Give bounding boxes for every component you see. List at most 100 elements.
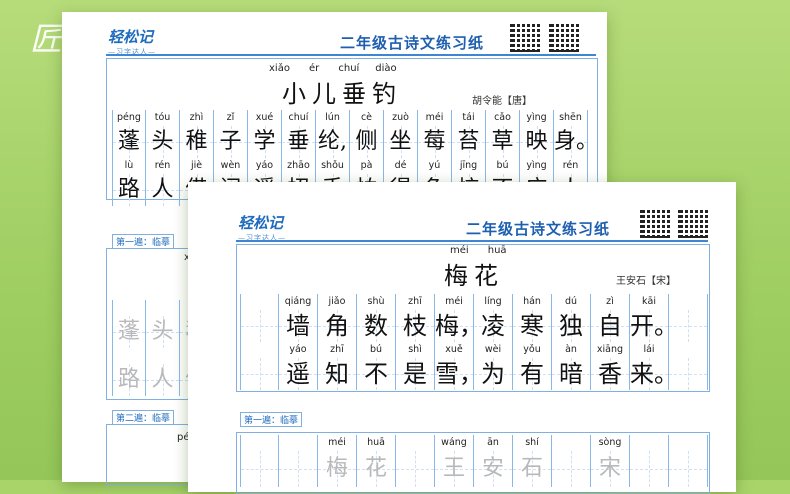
poem-author: 胡令能【唐】 [472, 96, 532, 107]
cell-pinyin: yìng [526, 160, 547, 171]
character-text: 蓬 [117, 129, 140, 154]
character-cell: kāi 开。 [630, 294, 678, 342]
character-text: 为 [481, 360, 505, 388]
cell-character: 梅 [318, 451, 356, 487]
character-text: 安 [481, 456, 504, 481]
qr-code-icon [640, 208, 670, 238]
cell-character: 纶, [316, 126, 349, 158]
character-text: 知 [325, 360, 349, 388]
cell-pinyin [552, 435, 590, 451]
cell-pinyin: chuí [288, 112, 309, 123]
character-cell: zhī 知 [318, 342, 357, 390]
pinyin: chuí [338, 63, 360, 74]
cell-character: 花 [357, 451, 395, 487]
cell-pinyin: lún [325, 112, 340, 123]
cell-character: 垂 [282, 126, 315, 158]
cell-pinyin: shǒu [321, 160, 344, 171]
practice-label-1: 第一遍：临摹 [112, 234, 175, 249]
character-cell: chuí 垂 [282, 110, 316, 158]
character-text: 路 [117, 367, 140, 392]
character-cell: shù 数 [357, 294, 396, 342]
cell-pinyin: cǎo [494, 112, 511, 123]
cell-character [552, 451, 590, 487]
cell-pinyin: bú [369, 344, 383, 355]
cell-pinyin: tái [462, 112, 475, 123]
cell-pinyin: dé [394, 160, 407, 171]
character-cell [240, 294, 279, 342]
cell-pinyin: zì [606, 296, 614, 307]
cell-character: 石 [513, 451, 551, 487]
header-divider [106, 54, 596, 56]
character-cell: lù 路 [112, 158, 146, 206]
cell-character: 身。 [554, 126, 598, 158]
character-text: 角 [325, 312, 349, 340]
cell-pinyin: qiáng [284, 296, 312, 307]
character-cell: 蓬 [112, 300, 146, 348]
cell-character: 草 [486, 126, 519, 158]
character-cell: 路 [112, 348, 146, 396]
cell-pinyin: shì [408, 344, 422, 355]
cell-pinyin: huā [367, 437, 385, 448]
character-text: 子 [219, 129, 242, 154]
cell-character: 蓬 [113, 316, 145, 348]
character-cell: zhī 枝 [396, 294, 435, 342]
cell-character [241, 451, 278, 487]
cell-character: 香 [591, 358, 629, 390]
cell-character: 路 [113, 364, 145, 396]
cell-pinyin: jiè [190, 160, 203, 171]
qr-code-icon [549, 22, 579, 52]
cell-character: 头 [146, 316, 179, 348]
cell-pinyin [669, 294, 707, 310]
cell-character: 寒 [513, 310, 551, 342]
cell-pinyin: zhī [330, 344, 344, 355]
cell-character: 莓 [418, 126, 451, 158]
character-cell: huā 花 [357, 435, 396, 487]
cell-character: 蓬 [113, 126, 145, 158]
cell-pinyin: kāi [642, 296, 656, 307]
character-cell: péng 蓬 [112, 110, 146, 158]
cell-pinyin [113, 300, 145, 316]
cell-character: 头 [146, 126, 179, 158]
character-text: 不 [364, 360, 388, 388]
character-text: 稚 [185, 129, 208, 154]
character-text: 苔 [457, 129, 480, 154]
character-text: 人 [151, 367, 174, 392]
cell-character: 开。 [630, 310, 678, 342]
cell-pinyin [669, 435, 707, 451]
cell-pinyin: méi [328, 437, 346, 448]
character-cell: àn 暗 [552, 342, 591, 390]
cell-character: 暗 [552, 358, 590, 390]
cell-character: 墙 [279, 310, 317, 342]
cell-character [279, 451, 317, 487]
character-text: 暗 [559, 360, 583, 388]
character-text: 蓬 [117, 319, 140, 344]
cell-pinyin: dú [564, 296, 578, 307]
character-cell: 人 [146, 348, 180, 396]
cell-character: 遥 [279, 358, 317, 390]
character-cell: xué 学 [248, 110, 282, 158]
cell-pinyin: yáo [255, 160, 274, 171]
cell-character [241, 358, 278, 390]
cell-character: 枝 [396, 310, 434, 342]
cell-pinyin [279, 435, 317, 451]
pinyin: huā [487, 245, 507, 256]
pinyin: diào [375, 63, 397, 74]
cell-pinyin: wáng [441, 437, 467, 448]
cell-pinyin [241, 435, 278, 451]
header-title: 二年级古诗文练习纸 [340, 34, 485, 52]
cell-character: 知 [318, 358, 356, 390]
cell-character [396, 451, 434, 487]
character-text: 莓 [423, 129, 446, 154]
cell-pinyin: hán [523, 296, 541, 307]
pinyin: xiǎo [269, 63, 290, 74]
character-cell: xuě 雪， [435, 342, 483, 390]
character-cell: méi 莓 [418, 110, 452, 158]
cell-pinyin: méi [445, 296, 463, 307]
character-cell: 头 [146, 300, 180, 348]
cell-character: 王 [435, 451, 473, 487]
character-cell: ān 安 [474, 435, 513, 487]
character-text: 映 [525, 129, 548, 154]
cell-character: 是 [396, 358, 434, 390]
character-cell: méi 梅， [435, 294, 483, 342]
cell-pinyin: yìng [526, 112, 547, 123]
